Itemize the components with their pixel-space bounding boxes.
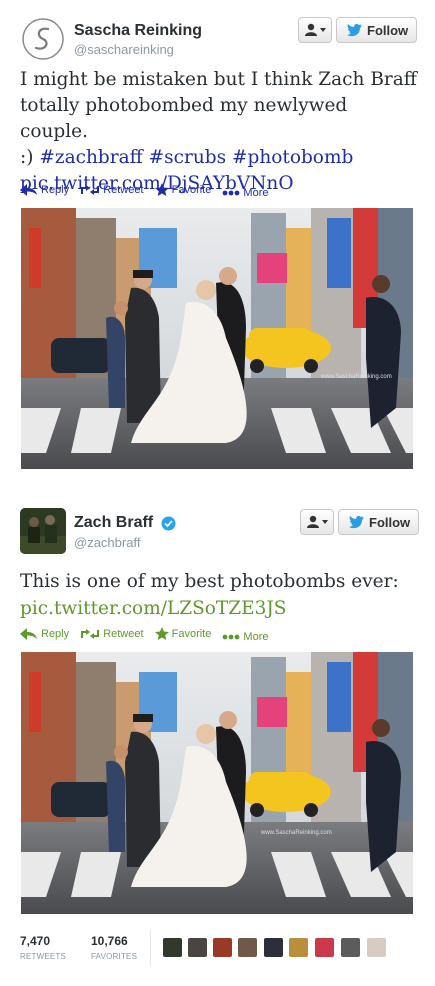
favoriter-avatar[interactable] xyxy=(163,938,182,957)
favoriter-avatar[interactable] xyxy=(367,938,386,957)
stats-divider xyxy=(150,930,151,966)
retweets-label: RETWEETS xyxy=(20,952,67,961)
more-dots-icon xyxy=(223,190,240,196)
follow-label: Follow xyxy=(369,515,411,530)
tweet-smiley: :) xyxy=(20,147,34,168)
hashtag-photobomb[interactable]: #photobomb xyxy=(232,147,353,168)
more-label: More xyxy=(243,187,269,199)
retweet-label: Retweet xyxy=(103,628,144,640)
author-handle[interactable]: @saschareinking xyxy=(74,42,174,57)
tweet-text: This is one of my best photobombs ever: … xyxy=(20,568,420,622)
bird-icon xyxy=(349,515,364,529)
retweet-label: Retweet xyxy=(103,184,144,196)
favoriter-avatar[interactable] xyxy=(315,938,334,957)
photo-link[interactable]: pic.twitter.com/LZSoTZE3JS xyxy=(20,598,286,619)
retweet-icon xyxy=(81,629,100,639)
favoriter-avatar[interactable] xyxy=(188,938,207,957)
more-button[interactable]: More xyxy=(222,631,268,643)
tweet-actions: Reply Retweet Favorite More xyxy=(20,183,276,199)
user-dropdown-icon xyxy=(305,23,326,36)
star-icon xyxy=(154,183,169,196)
author-name[interactable]: Zach Braff xyxy=(74,514,153,532)
tweet-text: I might be mistaken but I think Zach Bra… xyxy=(20,67,420,197)
favorite-label: Favorite xyxy=(171,183,212,196)
retweet-button[interactable]: Retweet xyxy=(80,184,144,196)
hashtag-scrubs[interactable]: #scrubs xyxy=(149,147,226,168)
favoriter-avatar[interactable] xyxy=(341,938,360,957)
reply-label: Reply xyxy=(41,628,70,640)
hashtag-zachbraff[interactable]: #zachbraff xyxy=(39,147,142,168)
reply-icon xyxy=(20,628,37,640)
author-name[interactable]: Sascha Reinking xyxy=(74,22,202,40)
favorite-button[interactable]: Favorite xyxy=(154,627,212,640)
verified-badge-icon xyxy=(161,516,176,531)
follow-button[interactable]: Follow xyxy=(336,17,417,43)
follow-button[interactable]: Follow xyxy=(338,509,419,535)
tweet-1: Sascha Reinking @saschareinking Follow I… xyxy=(0,0,435,480)
user-actions-button[interactable] xyxy=(300,509,334,535)
author-handle[interactable]: @zachbraff xyxy=(74,535,140,550)
more-dots-icon xyxy=(223,634,240,640)
reply-label: Reply xyxy=(41,184,70,196)
tweet-actions: Reply Retweet Favorite More xyxy=(20,627,276,643)
tweet-text-line-2: totally photobombed my newlywed couple. xyxy=(20,95,348,142)
retweet-button[interactable]: Retweet xyxy=(80,628,144,640)
favorite-button[interactable]: Favorite xyxy=(154,183,212,196)
reply-icon xyxy=(20,184,37,196)
photo-watermark: www.SaschaReinking.com xyxy=(260,830,332,836)
tweet-text-line: This is one of my best photobombs ever: xyxy=(20,571,399,592)
wedding-photo-image: www.SaschaReinking.com xyxy=(21,652,413,914)
star-icon xyxy=(154,627,169,640)
reply-button[interactable]: Reply xyxy=(20,628,69,640)
tweet-text-line-1: I might be mistaken but I think Zach Bra… xyxy=(20,69,417,90)
wedding-photo-image: www.SaschaReinking.com xyxy=(21,208,413,469)
favoriter-avatar[interactable] xyxy=(238,938,257,957)
favoriter-avatar[interactable] xyxy=(289,938,308,957)
favoriter-avatar[interactable] xyxy=(264,938,283,957)
favoriter-avatar[interactable] xyxy=(213,938,232,957)
favorites-label: FAVORITES xyxy=(91,952,138,961)
user-dropdown-icon xyxy=(307,515,328,528)
zach-avatar[interactable] xyxy=(20,508,66,554)
tweet-photo[interactable]: www.SaschaReinking.com xyxy=(21,652,413,914)
retweet-icon xyxy=(81,185,100,195)
follow-label: Follow xyxy=(367,23,409,38)
tweet-2: Zach Braff @zachbraff Follow This is one… xyxy=(0,480,435,986)
sascha-avatar[interactable] xyxy=(20,16,66,62)
reply-button[interactable]: Reply xyxy=(20,184,69,196)
favorites-count[interactable]: 10,766 xyxy=(91,934,128,948)
retweets-count[interactable]: 7,470 xyxy=(20,934,50,948)
bird-icon xyxy=(347,23,362,37)
tweet-photo[interactable]: www.SaschaReinking.com xyxy=(21,208,413,469)
more-button[interactable]: More xyxy=(222,187,268,199)
photo-watermark: www.SaschaReinking.com xyxy=(320,374,392,380)
user-actions-button[interactable] xyxy=(298,17,332,43)
favorite-label: Favorite xyxy=(171,627,212,640)
more-label: More xyxy=(243,631,269,643)
